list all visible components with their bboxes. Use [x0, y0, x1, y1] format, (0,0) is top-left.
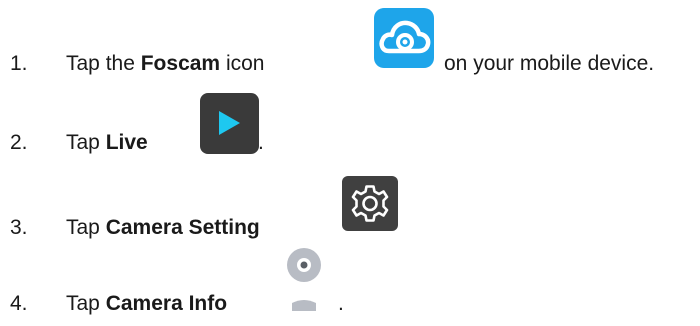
step-after-icon-text: on your mobile device. [444, 52, 655, 75]
play-icon [200, 93, 259, 154]
step-number: 3. [10, 216, 28, 239]
step-suffix: icon [220, 52, 265, 75]
step-bold-label: Live [105, 131, 148, 154]
step-bold-label: Camera Setting [105, 216, 260, 239]
step-text: Tap Camera Info [66, 292, 227, 316]
camera-icon [286, 247, 322, 311]
step-number: 1. [10, 52, 28, 75]
step-text: Tap Camera Setting [66, 216, 260, 240]
step-bold-label: Camera Info [105, 292, 228, 315]
step-after-icon-text: . [258, 131, 264, 154]
step-prefix: Tap [66, 131, 106, 154]
step-prefix: Tap [66, 292, 106, 315]
step-prefix: Tap the [66, 52, 141, 75]
step-after-icon-text: . [338, 292, 344, 315]
step-prefix: Tap [66, 216, 106, 239]
step-number: 2. [10, 131, 28, 154]
step-text: Tap Live [66, 131, 148, 155]
foscam-cloud-app-icon [374, 8, 434, 68]
step-bold-label: Foscam [140, 52, 221, 75]
step-text: Tap the Foscam icon [66, 52, 264, 76]
gear-icon [342, 176, 398, 231]
step-number: 4. [10, 292, 28, 315]
